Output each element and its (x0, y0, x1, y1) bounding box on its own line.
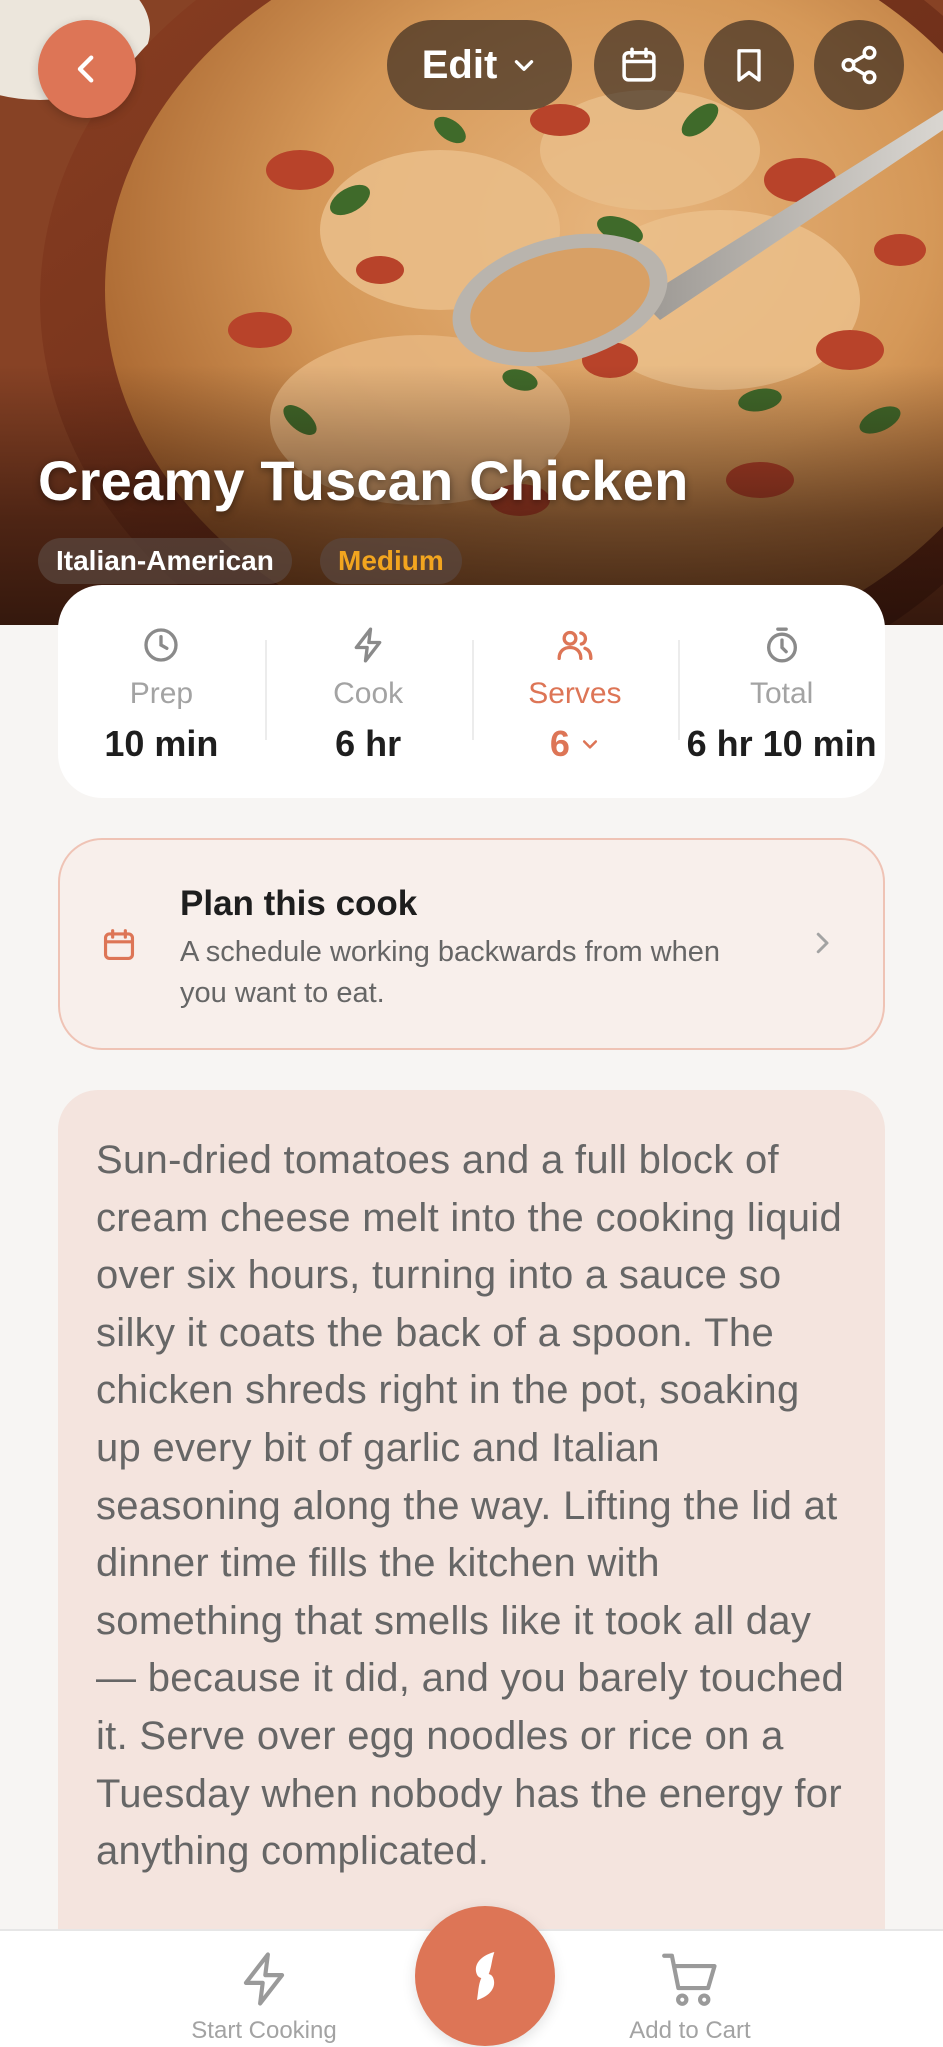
recipe-stats-card: Prep 10 min Cook 6 hr Serves 6 Total 6 h… (58, 585, 885, 798)
stat-cook: Cook 6 hr (264, 585, 472, 798)
add-to-cart-label: Add to Cart (629, 2017, 751, 2044)
stat-serves-value: 6 (549, 723, 570, 764)
recipe-description: Sun-dried tomatoes and a full block of c… (96, 1138, 845, 1874)
edit-label: Edit (421, 42, 498, 87)
bookmark-button[interactable] (704, 20, 794, 110)
stat-cook-value: 6 hr (335, 723, 402, 764)
clock-icon (144, 628, 179, 662)
chevron-left-icon (77, 55, 94, 83)
back-button[interactable] (38, 20, 136, 118)
share-icon (841, 45, 877, 85)
leaf-logo-icon (475, 1952, 495, 2000)
difficulty-tag: Medium (320, 538, 462, 584)
plan-subtitle: A schedule working backwards from when y… (180, 936, 720, 1009)
chevron-down-icon (582, 740, 597, 749)
plan-this-cook-card[interactable]: Plan this cook A schedule working backwa… (58, 838, 885, 1050)
cuisine-tag: Italian-American (38, 538, 292, 584)
recipe-description-card: Sun-dried tomatoes and a full block of c… (58, 1090, 885, 2047)
start-cooking-button[interactable]: Start Cooking (164, 1931, 364, 2047)
bolt-icon (243, 1952, 285, 2006)
stat-cook-label: Cook (333, 677, 404, 710)
stat-prep-label: Prep (129, 677, 194, 710)
plan-title: Plan this cook (180, 884, 418, 923)
edit-button[interactable]: Edit (387, 20, 572, 110)
servings-selector[interactable]: 6 (550, 723, 600, 765)
recipe-title: Creamy Tuscan Chicken (38, 449, 689, 512)
bolt-icon (354, 627, 382, 663)
stopwatch-icon (766, 627, 797, 663)
stat-total-value: 6 hr 10 min (686, 723, 877, 764)
calendar-icon (103, 929, 135, 961)
users-icon (557, 630, 593, 660)
start-cooking-label: Start Cooking (191, 2017, 337, 2044)
stat-total: Total 6 hr 10 min (678, 585, 885, 798)
stat-prep: Prep 10 min (58, 585, 265, 798)
stat-prep-value: 10 min (104, 723, 219, 764)
cart-icon (662, 1953, 717, 2006)
share-button[interactable] (814, 20, 904, 110)
app-home-button[interactable] (415, 1906, 555, 2046)
chevron-down-icon (515, 60, 534, 71)
stat-serves-label: Serves (528, 677, 622, 710)
calendar-icon (622, 47, 656, 82)
stat-total-label: Total (749, 677, 814, 710)
add-to-cart-button[interactable]: Add to Cart (590, 1931, 790, 2047)
calendar-button[interactable] (594, 20, 684, 110)
chevron-right-icon (816, 932, 829, 954)
bookmark-icon (737, 49, 761, 82)
stat-serves[interactable]: Serves 6 (471, 585, 679, 798)
